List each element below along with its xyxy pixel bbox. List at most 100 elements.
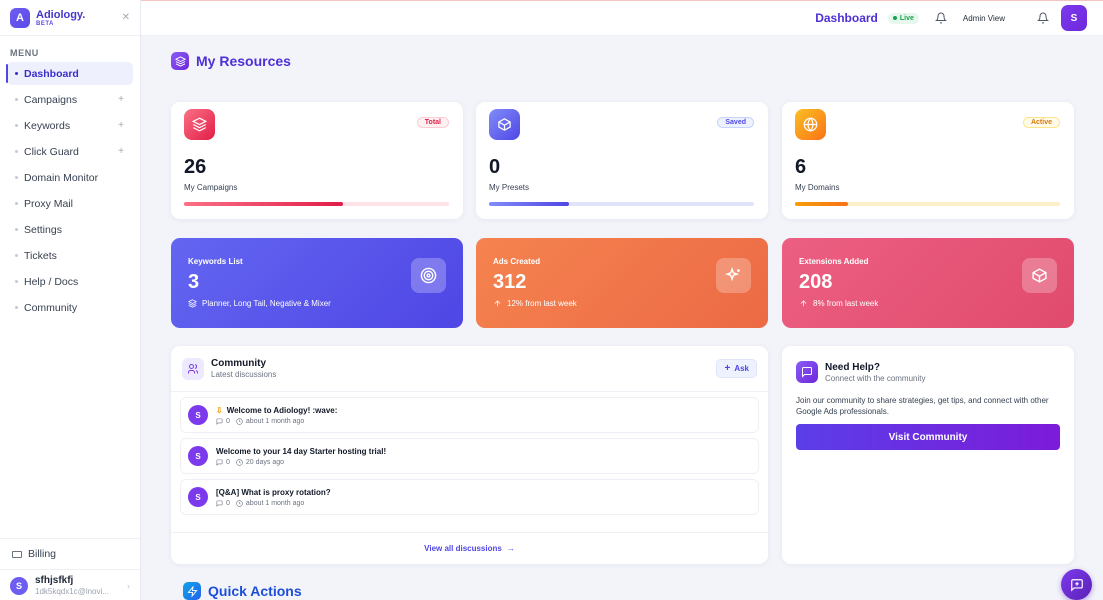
- brand-name: Adiology.: [36, 8, 86, 21]
- expand-plus-icon[interactable]: +: [118, 146, 124, 157]
- community-card: Community Latest discussions + Ask S ⇩ Wel…: [171, 346, 768, 564]
- campaigns-count: 26: [184, 156, 207, 178]
- sidebar-item-settings[interactable]: Settings: [7, 218, 133, 241]
- community-subtitle: Latest discussions: [211, 370, 277, 379]
- presets-progress: [489, 202, 754, 206]
- live-badge: Live: [887, 12, 919, 24]
- reply-count: 0: [226, 418, 230, 425]
- presets-card[interactable]: Saved 0 My Presets: [476, 102, 768, 219]
- discussion-meta: 0 about 1 month ago: [216, 418, 337, 425]
- credit-card-icon: [12, 550, 22, 558]
- live-label: Live: [899, 14, 914, 22]
- arrow-up-icon: [494, 300, 501, 307]
- admin-view-button[interactable]: Admin View: [963, 14, 1005, 23]
- keywords-list-card[interactable]: Keywords List 3 Planner, Long Tail, Nega…: [171, 238, 463, 328]
- page-title: Dashboard: [815, 11, 878, 25]
- header-avatar[interactable]: S: [1061, 5, 1087, 31]
- comment-icon: [216, 418, 223, 425]
- help-header: Need Help? Connect with the community: [782, 346, 1074, 383]
- close-sidebar-icon[interactable]: ✕: [122, 12, 130, 23]
- dot-icon: [15, 254, 18, 257]
- expand-plus-icon[interactable]: +: [118, 94, 124, 105]
- ask-label: Ask: [734, 364, 749, 373]
- sidebar-item-label: Domain Monitor: [24, 171, 99, 184]
- comment-icon: [216, 500, 223, 507]
- stat-sub-text: Planner, Long Tail, Negative & Mixer: [202, 299, 331, 308]
- user-email: 1dk5kqdx1c@lnovi...: [35, 587, 109, 596]
- message-square-icon: [796, 361, 818, 383]
- sidebar-item-click-guard[interactable]: Click Guard +: [7, 140, 133, 163]
- sidebar-item-help-docs[interactable]: Help / Docs: [7, 270, 133, 293]
- sidebar-item-keywords[interactable]: Keywords +: [7, 114, 133, 137]
- chevron-right-icon: ›: [127, 581, 130, 591]
- sidebar-item-dashboard[interactable]: Dashboard: [6, 62, 133, 85]
- dot-icon: [15, 150, 18, 153]
- main-content: My Resources Total 26 My Campaigns Saved…: [159, 52, 1087, 600]
- domains-card[interactable]: Active 6 My Domains: [782, 102, 1074, 219]
- message-plus-icon: [1070, 578, 1083, 592]
- presets-count: 0: [489, 156, 501, 178]
- campaigns-label: My Campaigns: [184, 183, 238, 192]
- sidebar-item-tickets[interactable]: Tickets: [7, 244, 133, 267]
- sidebar-item-label: Proxy Mail: [24, 197, 74, 210]
- plus-icon: +: [724, 362, 731, 374]
- user-profile[interactable]: S sfhjsfkfj 1dk5kqdx1c@lnovi... ›: [0, 569, 140, 600]
- dot-icon: [15, 176, 18, 179]
- sidebar: A Adiology. BETA ✕ MENU Dashboard Campai…: [0, 0, 141, 600]
- chat-fab-button[interactable]: [1061, 569, 1092, 600]
- dot-icon: [15, 228, 18, 231]
- discussion-avatar: S: [188, 446, 208, 466]
- discussion-item[interactable]: S Welcome to your 14 day Starter hosting…: [180, 438, 759, 474]
- discussion-item[interactable]: S ⇩ Welcome to Adiology! :wave: 0 about 1…: [180, 397, 759, 433]
- discussion-title: Welcome to Adiology! :wave:: [226, 406, 338, 415]
- ask-button[interactable]: + Ask: [716, 359, 757, 378]
- dot-icon: [15, 202, 18, 205]
- billing-link[interactable]: Billing: [0, 539, 140, 569]
- sidebar-item-label: Help / Docs: [24, 275, 79, 288]
- campaigns-card[interactable]: Total 26 My Campaigns: [171, 102, 463, 219]
- saved-badge: Saved: [717, 117, 754, 128]
- discussion-title-row: ⇩ Welcome to Adiology! :wave:: [216, 405, 337, 416]
- brand-logo[interactable]: A: [10, 7, 30, 28]
- stat-subtext: 12% from last week: [493, 299, 577, 308]
- campaigns-progress: [184, 202, 449, 206]
- sidebar-item-proxy-mail[interactable]: Proxy Mail: [7, 192, 133, 215]
- arrow-up-icon: [800, 300, 807, 307]
- billing-label: Billing: [28, 548, 57, 560]
- discussion-time: about 1 month ago: [245, 500, 305, 507]
- discussion-time: about 1 month ago: [245, 418, 305, 425]
- reply-count: 0: [226, 459, 230, 466]
- sidebar-item-label: Click Guard: [24, 145, 79, 158]
- sidebar-item-label: Campaigns: [24, 93, 78, 106]
- ads-created-card[interactable]: Ads Created 312 12% from last week: [476, 238, 768, 328]
- users-icon: [182, 357, 204, 380]
- discussion-avatar: S: [188, 405, 208, 425]
- discussion-item[interactable]: S [Q&A] What is proxy rotation? 0 about …: [180, 479, 759, 515]
- beta-badge: BETA: [36, 20, 54, 27]
- top-header: Dashboard Live Admin View S: [141, 0, 1103, 36]
- globe-icon: [795, 109, 826, 140]
- layers-icon: [188, 299, 197, 308]
- expand-plus-icon[interactable]: +: [118, 120, 124, 131]
- help-description: Join our community to share strategies, …: [796, 396, 1049, 416]
- extensions-added-card[interactable]: Extensions Added 208 8% from last week: [782, 238, 1074, 328]
- visit-community-button[interactable]: Visit Community: [796, 424, 1060, 450]
- section-title: My Resources: [196, 53, 291, 69]
- stat-sub-text: 12% from last week: [507, 299, 577, 308]
- bell-icon[interactable]: [934, 12, 947, 24]
- notification-bell-icon[interactable]: [1037, 12, 1049, 24]
- clock-icon: [236, 500, 243, 507]
- progress-fill: [184, 202, 343, 206]
- discussion-title: Welcome to your 14 day Starter hosting t…: [216, 447, 387, 456]
- sidebar-item-campaigns[interactable]: Campaigns +: [7, 88, 133, 111]
- menu-label: MENU: [10, 48, 39, 58]
- sidebar-item-community[interactable]: Community: [7, 296, 133, 319]
- community-title: Community: [211, 358, 266, 369]
- sidebar-item-domain-monitor[interactable]: Domain Monitor: [7, 166, 133, 189]
- view-all-discussions-link[interactable]: View all discussions →: [171, 532, 768, 564]
- layers-icon: [171, 52, 189, 70]
- domains-label: My Domains: [795, 183, 840, 192]
- sidebar-item-label: Keywords: [24, 119, 71, 132]
- progress-fill: [489, 202, 569, 206]
- layers-icon: [184, 109, 215, 140]
